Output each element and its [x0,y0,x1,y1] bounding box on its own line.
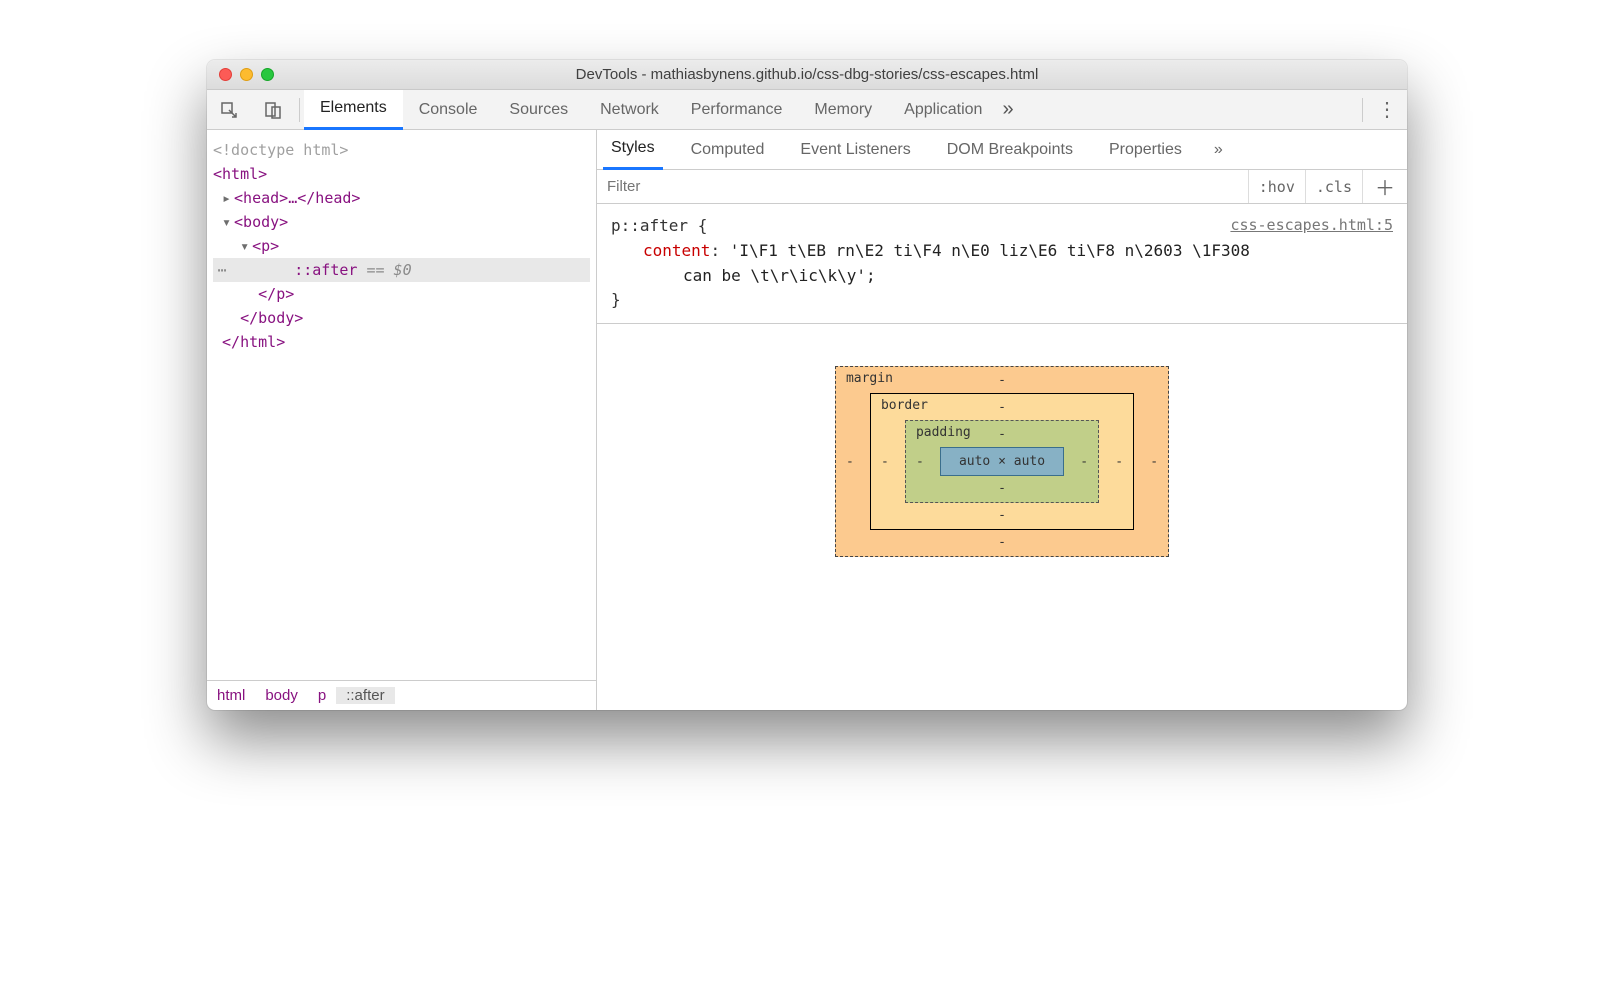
subtab-styles[interactable]: Styles [603,130,663,170]
dom-head[interactable]: <head>…</head> [234,189,360,207]
breadcrumb: html body p ::after [207,680,596,710]
inspect-icon[interactable] [207,90,251,130]
box-border[interactable]: border - - - - padding - - - - au [870,393,1134,530]
dom-selected-node[interactable]: ⋯ ::after == $0 [213,258,590,282]
subtabs-overflow-icon[interactable]: » [1210,130,1227,170]
dom-tree[interactable]: <!doctype html> <html> ▸<head>…</head> ▾… [207,130,596,680]
border-top[interactable]: - [998,400,1006,415]
subtab-event-listeners[interactable]: Event Listeners [792,130,918,170]
ellipsis-icon: ⋯ [213,258,231,282]
styles-filter-input[interactable] [597,178,1248,195]
dom-eq-zero: == $0 [357,261,411,279]
padding-top[interactable]: - [998,427,1006,442]
tab-performance[interactable]: Performance [675,90,799,130]
css-property-value-cont: can be \t\r\ic\k\y'; [683,266,876,285]
divider [1362,98,1363,122]
zoom-icon[interactable] [261,68,274,81]
dom-after-pseudo: ::after [294,261,357,279]
padding-bottom[interactable]: - [998,481,1006,496]
border-bottom[interactable]: - [998,508,1006,523]
tab-application[interactable]: Application [888,90,998,130]
tab-sources[interactable]: Sources [493,90,584,130]
margin-left[interactable]: - [846,454,854,469]
styles-tabbar: Styles Computed Event Listeners DOM Brea… [597,130,1407,170]
dom-p-open[interactable]: <p> [252,237,279,255]
margin-right[interactable]: - [1150,454,1158,469]
styles-panel: Styles Computed Event Listeners DOM Brea… [597,130,1407,710]
box-model[interactable]: margin - - - - border - - - - padding [597,324,1407,710]
dom-html-close[interactable]: </html> [222,333,285,351]
css-property-value[interactable]: 'I\F1 t\EB rn\E2 ti\F4 n\E0 liz\E6 ti\F8… [730,241,1250,260]
subtab-properties[interactable]: Properties [1101,130,1190,170]
margin-top[interactable]: - [998,373,1006,388]
crumb-body[interactable]: body [255,687,308,704]
box-padding[interactable]: padding - - - - auto × auto [905,420,1099,503]
padding-right[interactable]: - [1080,454,1088,469]
panels-split: <!doctype html> <html> ▸<head>…</head> ▾… [207,130,1407,710]
chevron-down-icon[interactable]: ▾ [240,234,252,258]
css-property-name[interactable]: content [643,241,710,260]
tab-elements[interactable]: Elements [304,90,403,130]
divider [299,98,300,122]
rule-source-link[interactable]: css-escapes.html:5 [1230,214,1393,237]
chevron-down-icon[interactable]: ▾ [222,210,234,234]
elements-panel: <!doctype html> <html> ▸<head>…</head> ▾… [207,130,597,710]
padding-left[interactable]: - [916,454,924,469]
hov-toggle[interactable]: :hov [1248,170,1305,203]
border-left[interactable]: - [881,454,889,469]
dom-body-open[interactable]: <body> [234,213,288,231]
box-content[interactable]: auto × auto [940,447,1064,476]
dom-body-close[interactable]: </body> [240,309,303,327]
tab-console[interactable]: Console [403,90,494,130]
crumb-after[interactable]: ::after [336,687,394,704]
subtab-computed[interactable]: Computed [683,130,773,170]
styles-filter-row: :hov .cls ＋ [597,170,1407,204]
rule-selector: p::after { [611,216,707,235]
css-rule[interactable]: css-escapes.html:5 p::after { content: '… [597,204,1407,324]
subtab-dom-breakpoints[interactable]: DOM Breakpoints [939,130,1081,170]
margin-label: margin [846,371,893,386]
rule-close-brace: } [611,290,621,309]
devtools-window: DevTools - mathiasbynens.github.io/css-d… [207,60,1407,710]
crumb-p[interactable]: p [308,687,336,704]
box-margin[interactable]: margin - - - - border - - - - padding [835,366,1169,557]
tabs-overflow-icon[interactable]: » [1002,98,1013,121]
titlebar: DevTools - mathiasbynens.github.io/css-d… [207,60,1407,90]
dom-p-close[interactable]: </p> [258,285,294,303]
close-icon[interactable] [219,68,232,81]
new-rule-button[interactable]: ＋ [1362,170,1407,203]
dom-doctype[interactable]: <!doctype html> [213,138,590,162]
minimize-icon[interactable] [240,68,253,81]
settings-menu-icon[interactable]: ⋮ [1367,97,1407,122]
tab-network[interactable]: Network [584,90,675,130]
traffic-lights [219,68,274,81]
border-right[interactable]: - [1115,454,1123,469]
dom-html-open[interactable]: <html> [213,165,267,183]
tab-memory[interactable]: Memory [798,90,888,130]
cls-toggle[interactable]: .cls [1305,170,1362,203]
margin-bottom[interactable]: - [998,535,1006,550]
border-label: border [881,398,928,413]
device-toggle-icon[interactable] [251,90,295,130]
chevron-right-icon[interactable]: ▸ [222,186,234,210]
main-tabbar: Elements Console Sources Network Perform… [207,90,1407,130]
window-title: DevTools - mathiasbynens.github.io/css-d… [207,66,1407,83]
crumb-html[interactable]: html [207,687,255,704]
padding-label: padding [916,425,971,440]
